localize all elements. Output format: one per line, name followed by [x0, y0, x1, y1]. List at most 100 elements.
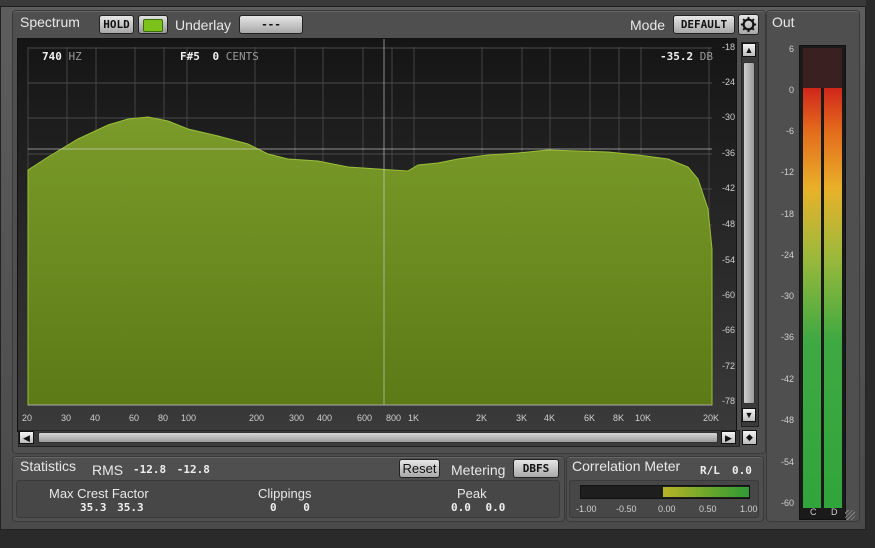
output-scale-label: 6 [788, 44, 794, 54]
clippings-left: 0 [270, 501, 277, 514]
scroll-left-button[interactable]: ◀ [19, 431, 34, 444]
arrow-left-icon: ◀ [23, 433, 30, 443]
readout-frequency: 740 HZ [42, 50, 82, 63]
freq-tick-label: 8K [613, 413, 625, 423]
hold-led-button[interactable] [138, 15, 168, 34]
output-scale-label: 0 [788, 85, 794, 95]
output-meter-peak-zone [803, 48, 842, 88]
db-tick-label: -78 [722, 396, 736, 406]
correlation-title: Correlation Meter [572, 458, 681, 474]
clippings-right: 0 [303, 501, 310, 514]
horizontal-scroll-thumb[interactable] [38, 432, 718, 443]
rms-value-right: -12.8 [176, 463, 210, 476]
note-value: F#5 [180, 50, 200, 63]
max-crest-label: Max Crest Factor [49, 486, 149, 501]
metering-select[interactable]: DBFS [513, 459, 559, 478]
freq-tick-label: 200 [249, 413, 265, 423]
hold-led-indicator [143, 19, 163, 32]
rms-value-left: -12.8 [133, 463, 167, 476]
clippings-values: 0 0 [270, 501, 310, 514]
freq-tick-label: 300 [289, 413, 305, 423]
freq-tick-label: 40 [90, 413, 101, 423]
channel-label-right: D [831, 507, 838, 517]
output-meter-left [803, 88, 821, 508]
peak-values: 0.0 0.0 [451, 501, 505, 514]
output-scale-label: -24 [780, 250, 794, 260]
db-tick-label: -72 [722, 361, 736, 371]
underlay-select[interactable]: --- [239, 15, 303, 34]
output-scale-label: -48 [780, 415, 794, 425]
spectrum-display[interactable] [17, 38, 737, 432]
db-tick-label: -24 [722, 77, 736, 87]
mode-select[interactable]: DEFAULT [673, 15, 735, 34]
resize-grip-icon[interactable] [845, 510, 855, 520]
freq-tick-label: 600 [357, 413, 373, 423]
freq-value: 740 [42, 50, 62, 63]
freq-tick-label: 4K [544, 413, 556, 423]
top-strip [0, 0, 866, 7]
readout-level: -35.2 DB [660, 50, 713, 63]
metering-label: Metering [451, 462, 506, 478]
freq-tick-label: 20K [703, 413, 720, 423]
freq-tick-label: 30 [61, 413, 72, 423]
output-scale-label: -60 [780, 498, 794, 508]
scroll-down-button[interactable]: ▼ [742, 408, 756, 422]
freq-tick-label: 800 [386, 413, 402, 423]
correlation-meter-fill [663, 487, 749, 497]
db-tick-label: -60 [722, 290, 736, 300]
db-tick-label: -36 [722, 148, 736, 158]
peak-left: 0.0 [451, 501, 471, 514]
reset-view-button[interactable]: ◆ [742, 430, 757, 445]
output-scale-label: -54 [780, 457, 794, 467]
gear-icon [740, 16, 757, 33]
db-tick-label: -48 [722, 219, 736, 229]
mode-label: Mode [630, 17, 666, 33]
arrow-down-icon: ▼ [744, 410, 754, 420]
correlation-scale-label: 0.00 [658, 504, 676, 514]
rl-value: 0.0 [732, 464, 752, 477]
output-scale-label: -6 [785, 126, 794, 136]
freq-tick-label: 100 [181, 413, 197, 423]
output-meter [799, 45, 846, 520]
freq-tick-label: 10K [635, 413, 652, 423]
statistics-title: Statistics [20, 458, 77, 474]
reset-button[interactable]: Reset [399, 459, 440, 478]
freq-tick-label: 1K [408, 413, 420, 423]
diamond-icon: ◆ [746, 432, 753, 442]
level-unit: DB [699, 50, 713, 63]
vertical-scroll-thumb[interactable] [743, 62, 755, 404]
freq-tick-label: 400 [317, 413, 333, 423]
db-tick-label: -66 [722, 325, 736, 335]
db-tick-label: -54 [722, 255, 736, 265]
output-scale-label: -18 [780, 209, 794, 219]
output-scale-label: -42 [780, 374, 794, 384]
rl-label: R/L [700, 464, 720, 477]
output-scale-label: -36 [780, 332, 794, 342]
scroll-up-button[interactable]: ▲ [742, 43, 756, 57]
freq-unit: HZ [68, 50, 82, 63]
correlation-scale-label: -0.50 [616, 504, 637, 514]
freq-tick-label: 2K [476, 413, 488, 423]
hold-button[interactable]: HOLD [99, 15, 134, 34]
db-tick-label: -18 [722, 42, 736, 52]
arrow-right-icon: ▶ [725, 433, 732, 443]
arrow-up-icon: ▲ [744, 45, 754, 55]
output-scale-label: -12 [780, 167, 794, 177]
rms-label: RMS [92, 462, 124, 478]
clippings-label: Clippings [258, 486, 312, 501]
freq-tick-label: 60 [129, 413, 140, 423]
level-value: -35.2 [660, 50, 694, 63]
freq-tick-label: 6K [584, 413, 596, 423]
max-crest-right: 35.3 [117, 501, 144, 514]
correlation-scale-label: 1.00 [740, 504, 758, 514]
spectrum-graph [18, 39, 736, 431]
correlation-meter-bar [580, 485, 750, 499]
scroll-right-button[interactable]: ▶ [721, 431, 736, 444]
freq-tick-label: 3K [516, 413, 528, 423]
output-scale-label: -30 [780, 291, 794, 301]
peak-right: 0.0 [485, 501, 506, 514]
max-crest-values: 35.3 35.3 [80, 501, 144, 514]
readout-note: F#5 0 CENTS [180, 50, 259, 63]
db-tick-label: -42 [722, 183, 736, 193]
settings-button[interactable] [738, 14, 759, 35]
